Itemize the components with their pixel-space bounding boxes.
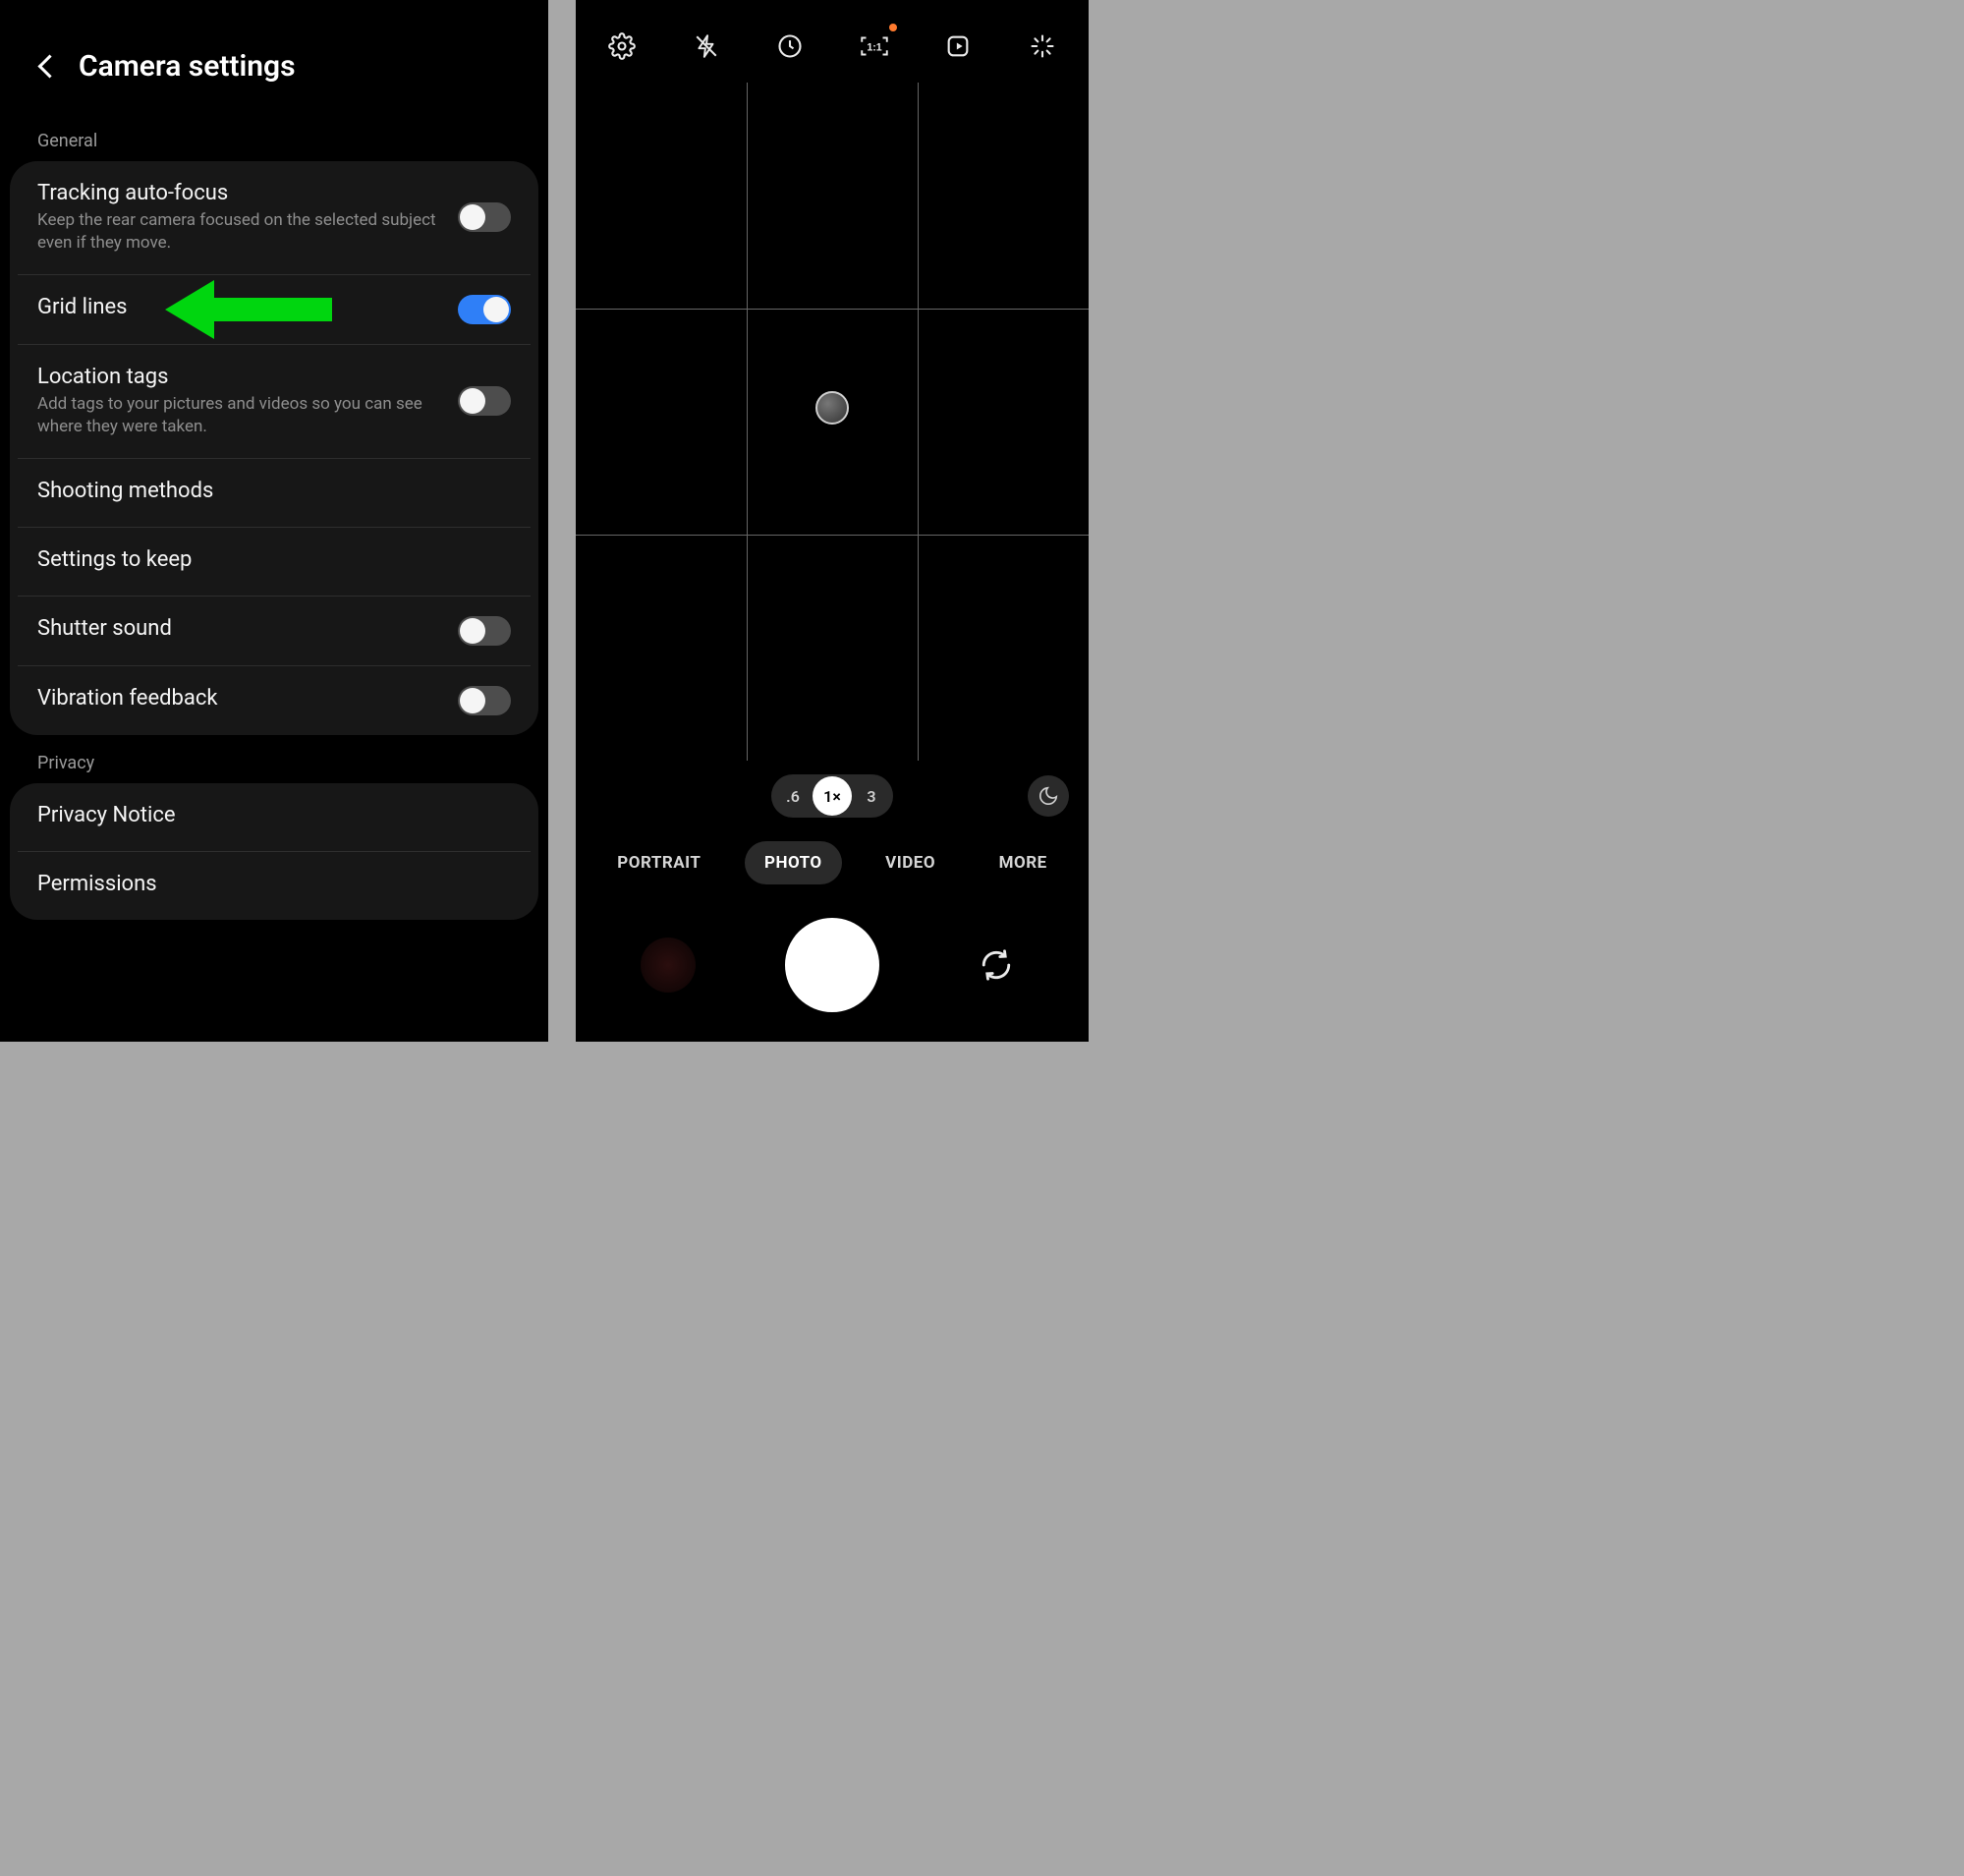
setting-title: Location tags xyxy=(37,365,444,389)
camera-viewfinder[interactable] xyxy=(576,83,1089,761)
section-label-general: General xyxy=(0,113,548,161)
zoom-selector: .6 1× 3 xyxy=(771,774,893,818)
section-label-privacy: Privacy xyxy=(0,735,548,783)
mode-selector[interactable]: PORTRAIT PHOTO VIDEO MORE xyxy=(576,825,1089,900)
gallery-thumbnail[interactable] xyxy=(641,938,696,993)
setting-title: Privacy Notice xyxy=(37,803,511,827)
mode-more[interactable]: MORE xyxy=(980,841,1067,884)
settings-icon[interactable] xyxy=(605,29,639,63)
location-tags-row[interactable]: Location tags Add tags to your pictures … xyxy=(18,344,531,458)
shutter-sound-row[interactable]: Shutter sound xyxy=(18,596,531,665)
setting-title: Shutter sound xyxy=(37,616,444,641)
tracking-autofocus-row[interactable]: Tracking auto-focus Keep the rear camera… xyxy=(10,161,538,274)
zoom-option-1x[interactable]: 1× xyxy=(813,776,852,816)
location-tags-toggle[interactable] xyxy=(458,386,511,416)
setting-title: Grid lines xyxy=(37,295,444,319)
back-icon[interactable] xyxy=(33,56,55,78)
effects-icon[interactable] xyxy=(1026,29,1059,63)
vibration-feedback-toggle[interactable] xyxy=(458,686,511,715)
settings-card-general: Tracking auto-focus Keep the rear camera… xyxy=(10,161,538,735)
camera-topbar: 1:1 xyxy=(576,0,1089,83)
permissions-row[interactable]: Permissions xyxy=(18,851,531,920)
grid-lines-row[interactable]: Grid lines xyxy=(18,274,531,344)
setting-title: Settings to keep xyxy=(37,547,511,572)
camera-screen: 1:1 xyxy=(576,0,1089,1042)
vibration-feedback-row[interactable]: Vibration feedback xyxy=(18,665,531,735)
settings-to-keep-row[interactable]: Settings to keep xyxy=(18,527,531,596)
timer-icon[interactable] xyxy=(773,29,807,63)
setting-title: Vibration feedback xyxy=(37,686,444,711)
notification-dot-icon xyxy=(889,24,897,31)
settings-card-privacy: Privacy Notice Permissions xyxy=(10,783,538,920)
zoom-row: .6 1× 3 xyxy=(576,761,1089,825)
aspect-ratio-icon[interactable]: 1:1 xyxy=(858,29,891,63)
focus-indicator-icon xyxy=(815,391,849,425)
moon-icon xyxy=(1038,785,1059,807)
switch-camera-button[interactable] xyxy=(969,938,1024,993)
shutter-button[interactable] xyxy=(785,918,879,1012)
setting-sub: Add tags to your pictures and videos so … xyxy=(37,393,444,438)
mode-video[interactable]: VIDEO xyxy=(866,841,955,884)
zoom-option-3[interactable]: 3 xyxy=(852,776,891,816)
switch-camera-icon xyxy=(980,948,1013,982)
shutter-sound-toggle[interactable] xyxy=(458,616,511,646)
setting-title: Tracking auto-focus xyxy=(37,181,444,205)
settings-screen: Camera settings General Tracking auto-fo… xyxy=(0,0,548,1042)
setting-title: Shooting methods xyxy=(37,479,511,503)
setting-sub: Keep the rear camera focused on the sele… xyxy=(37,209,444,255)
shooting-methods-row[interactable]: Shooting methods xyxy=(18,458,531,527)
flash-off-icon[interactable] xyxy=(690,29,723,63)
mode-photo[interactable]: PHOTO xyxy=(745,841,842,884)
page-title: Camera settings xyxy=(79,49,296,84)
night-mode-button[interactable] xyxy=(1028,775,1069,817)
mode-portrait[interactable]: PORTRAIT xyxy=(597,841,720,884)
grid-lines-toggle[interactable] xyxy=(458,295,511,324)
svg-text:1:1: 1:1 xyxy=(867,41,881,53)
tracking-autofocus-toggle[interactable] xyxy=(458,202,511,232)
zoom-option-0.6[interactable]: .6 xyxy=(773,776,813,816)
setting-title: Permissions xyxy=(37,872,511,896)
motion-photo-icon[interactable] xyxy=(941,29,975,63)
privacy-notice-row[interactable]: Privacy Notice xyxy=(10,783,538,851)
settings-header: Camera settings xyxy=(0,0,548,113)
shutter-row xyxy=(576,900,1089,1042)
